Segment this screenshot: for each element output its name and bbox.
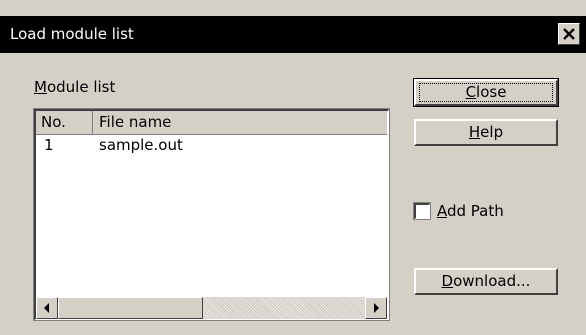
close-button[interactable]: Close (413, 78, 559, 107)
module-list[interactable]: No. File name 1 sample.out (33, 108, 390, 321)
module-list-label: Module list (34, 78, 116, 96)
arrow-left-icon (44, 303, 49, 313)
title-bar: Load module list (0, 16, 586, 53)
add-path-label[interactable]: Add Path (437, 202, 504, 220)
list-item[interactable]: 1 sample.out (36, 135, 387, 155)
column-header-file-name[interactable]: File name (93, 111, 387, 134)
scroll-thumb[interactable] (58, 297, 203, 319)
column-header-no[interactable]: No. (36, 111, 93, 134)
close-icon (563, 28, 575, 40)
arrow-right-icon (374, 303, 379, 313)
load-module-list-dialog: Load module list Module list No. File na… (0, 0, 586, 335)
download-button[interactable]: Download... (414, 268, 558, 295)
list-header: No. File name (36, 111, 387, 135)
window-title: Load module list (10, 25, 134, 43)
help-button[interactable]: Help (414, 119, 558, 146)
module-file-name: sample.out (99, 136, 183, 154)
close-window-button[interactable] (558, 23, 580, 45)
scroll-right-button[interactable] (365, 297, 387, 319)
horizontal-scrollbar[interactable] (36, 297, 387, 319)
focus-rectangle: Close (419, 83, 553, 102)
module-no: 1 (44, 136, 54, 154)
add-path-checkbox[interactable] (413, 202, 431, 220)
scroll-left-button[interactable] (36, 297, 58, 319)
